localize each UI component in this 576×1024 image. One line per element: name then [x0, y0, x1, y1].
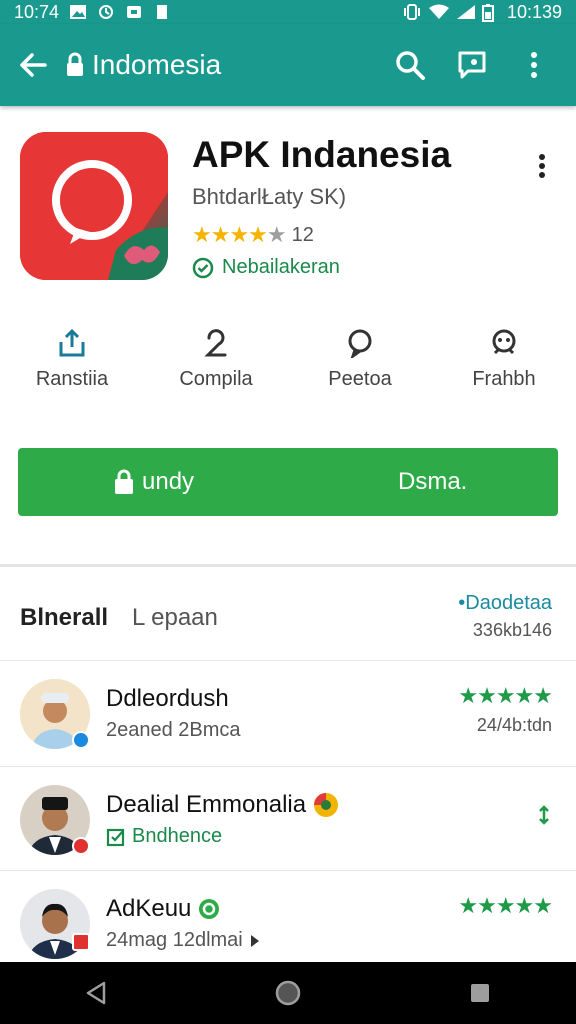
more-vertical-icon [539, 154, 545, 178]
face-icon [492, 329, 516, 355]
verified-label: Nebailakeran [222, 256, 340, 278]
review-item[interactable]: Dealial Emmonalia Bndhence [0, 766, 576, 870]
action-chat[interactable]: Peetoa [290, 328, 430, 408]
app-bar: Indomesia [0, 24, 576, 106]
review-item[interactable]: Ddleordush 2eaned 2Bmca ★★★★★ 24/4b:tdn [0, 660, 576, 764]
reviewer-name: Ddleordush [106, 685, 229, 712]
signal-icon [455, 4, 475, 20]
action-face[interactable]: Frahbh [434, 328, 574, 408]
system-nav-bar [0, 962, 576, 1024]
sync-notification-icon [97, 4, 115, 20]
play-arrow-icon [250, 934, 259, 947]
reviewer-name: Dealial Emmonalia [106, 791, 340, 819]
reviews-details-link[interactable]: •Daodetaa [458, 592, 552, 615]
nav-back-button[interactable] [66, 968, 126, 1018]
install-button[interactable]: undy Dsma. [18, 448, 558, 516]
tab-overall[interactable]: Blnerall [20, 604, 108, 632]
verified-avatar-badge [72, 731, 90, 749]
review-subtext: 24mag 12dlmai [106, 929, 261, 952]
edit-check-icon [106, 828, 125, 846]
verified-badge: Nebailakeran [192, 256, 340, 279]
rating-row: ★★★★★ 12 [192, 222, 314, 248]
install-right-label: Dsma. [398, 468, 468, 495]
chat-bubble-icon [348, 329, 372, 358]
action-label: Frahbh [472, 368, 536, 390]
review-date: 24/4b:tdn [476, 715, 552, 735]
review-subtext: 2eaned 2Bmca [106, 719, 241, 741]
chat-button[interactable] [452, 45, 492, 85]
actions-row: Ranstiia Compila Peetoa Frahbh [0, 328, 576, 408]
vibrate-icon [403, 4, 421, 20]
back-arrow-icon [20, 53, 47, 77]
action-compile[interactable]: Compila [146, 328, 286, 408]
app-name: APK Indanesia [192, 134, 452, 175]
more-vertical-icon [531, 52, 537, 78]
home-circle-icon [275, 980, 301, 1006]
chat-icon [458, 51, 486, 79]
overflow-menu-button[interactable] [514, 45, 554, 85]
nav-home-button[interactable] [258, 968, 318, 1018]
rating-stars: ★★★★★ [192, 222, 287, 247]
lock-icon [67, 52, 83, 76]
rating-count: 12 [291, 223, 314, 246]
message-notification-icon [125, 4, 143, 20]
status-time-right: 10:139 [506, 1, 562, 22]
status-avatar-badge [72, 837, 90, 855]
review-subtext: Bndhence [106, 825, 222, 848]
check-circle-icon [192, 257, 214, 278]
file-notification-icon [153, 4, 171, 20]
verified-check-icon [199, 899, 220, 919]
battery-icon [481, 4, 499, 22]
status-avatar-badge [72, 933, 90, 951]
review-stars: ★★★★★ [458, 683, 553, 708]
nav-recents-button[interactable] [450, 968, 510, 1018]
tab-other[interactable]: L epaan [132, 604, 218, 632]
action-share[interactable]: Ranstiia [2, 328, 142, 408]
reviewer-name: AdKeuu [106, 895, 221, 923]
expand-icon[interactable] [538, 805, 550, 825]
action-label: Ranstiia [35, 368, 109, 390]
section-divider [0, 564, 576, 567]
status-bar: 10:74 10:139 [0, 0, 576, 24]
status-time-left: 10:74 [14, 1, 60, 22]
wifi-icon [428, 4, 449, 20]
app-header: APK Indanesia BhtdarlŁаty SK) ★★★★★ 12 N… [0, 120, 576, 300]
reviews-count: 336kb146 [472, 620, 552, 640]
reviews-header: Blnerall L epaan •Daodetaa 336kb146 [0, 580, 576, 660]
app-icon [20, 132, 168, 280]
developer-name[interactable]: BhtdarlŁаty SK) [192, 184, 346, 210]
app-bar-title-text: Indomesia [92, 49, 222, 80]
search-icon [396, 51, 425, 80]
triangle-back-icon [86, 981, 106, 1005]
image-notification-icon [69, 4, 87, 20]
lock-icon [115, 469, 133, 494]
recents-square-icon [471, 984, 489, 1002]
action-label: Compila [179, 368, 253, 390]
share-icon [59, 328, 85, 357]
install-left-label: undy [142, 468, 195, 495]
person-icon [204, 329, 227, 357]
emoji-badge-icon [314, 793, 339, 817]
app-bar-title: Indomesia [66, 49, 390, 81]
back-button[interactable] [0, 24, 66, 106]
review-item[interactable]: AdKeuu 24mag 12dlmai ★★★★★ [0, 870, 576, 974]
action-label: Peetoa [328, 368, 392, 390]
app-more-button[interactable] [528, 146, 556, 186]
search-button[interactable] [390, 45, 430, 85]
review-stars: ★★★★★ [458, 893, 553, 918]
